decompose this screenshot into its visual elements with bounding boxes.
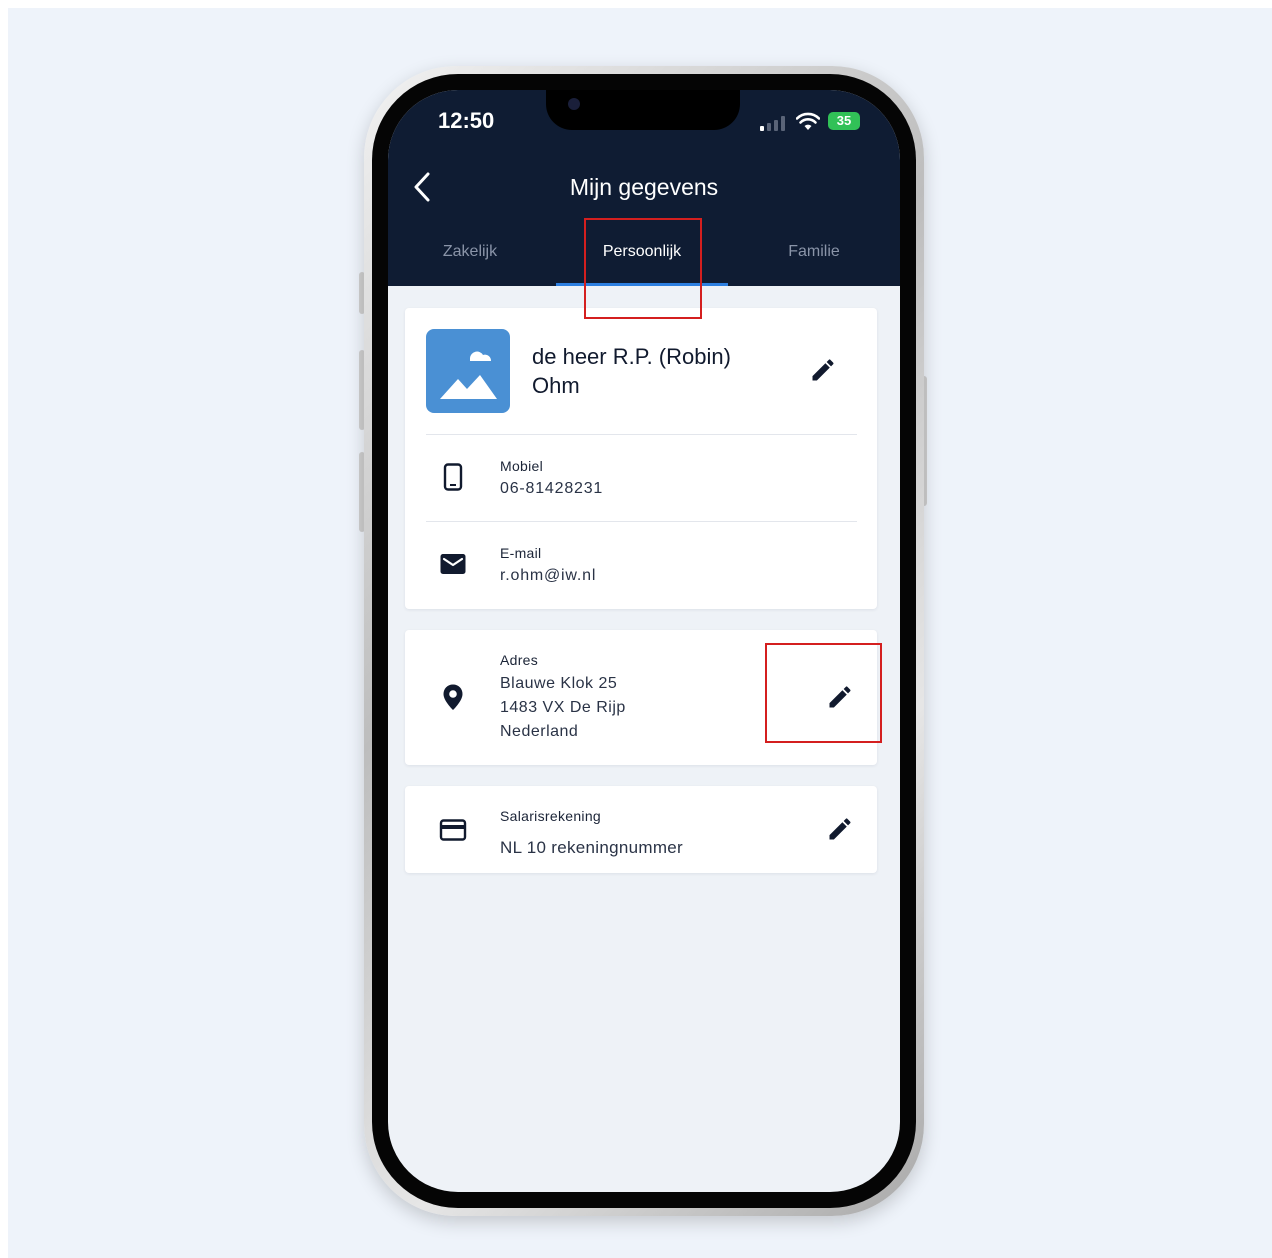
mobile-label: Mobiel (500, 458, 544, 474)
edit-bank-pencil-icon[interactable] (826, 815, 854, 843)
bank-value: NL 10 rekeningnummer (500, 838, 684, 857)
envelope-icon (440, 554, 466, 574)
address-line-country: Nederland (500, 723, 579, 740)
email-label: E-mail (500, 545, 542, 561)
tab-highlight-box (584, 218, 702, 319)
status-time: 12:50 (438, 108, 495, 133)
map-pin-icon (443, 684, 463, 710)
address-line-postcode-city: 1483 VX De Rijp (500, 699, 626, 716)
notch (546, 90, 740, 130)
smartphone-icon (443, 463, 463, 491)
avatar-placeholder-icon[interactable] (426, 329, 510, 413)
front-camera (568, 98, 580, 110)
page-title: Mijn gegevens (569, 174, 719, 200)
edit-profile-pencil-icon[interactable] (809, 356, 837, 384)
tab-zakelijk[interactable]: Zakelijk (418, 243, 522, 261)
profile-card: de heer R.P. (Robin) Ohm Mobiel 06-81428… (405, 308, 877, 609)
divider (426, 434, 857, 435)
tab-familie[interactable]: Familie (766, 243, 862, 261)
bank-label: Salarisrekening (500, 808, 601, 824)
cellular-signal-icon (760, 115, 790, 131)
address-label: Adres (500, 652, 539, 668)
battery-indicator: 35 (828, 112, 860, 130)
divider (426, 521, 857, 522)
profile-name: de heer R.P. (Robin) Ohm (532, 344, 731, 398)
mobile-value[interactable]: 06-81428231 (500, 480, 603, 498)
email-value[interactable]: r.ohm@iw.nl (500, 567, 596, 585)
image-placeholder-icon (440, 351, 497, 399)
wifi-icon (796, 112, 820, 130)
edit-address-highlight-box (765, 643, 882, 743)
bank-account-card: Salarisrekening NL 10 rekeningnummer (405, 786, 877, 873)
address-line-street: Blauwe Klok 25 (500, 675, 618, 692)
credit-card-icon (439, 819, 467, 841)
